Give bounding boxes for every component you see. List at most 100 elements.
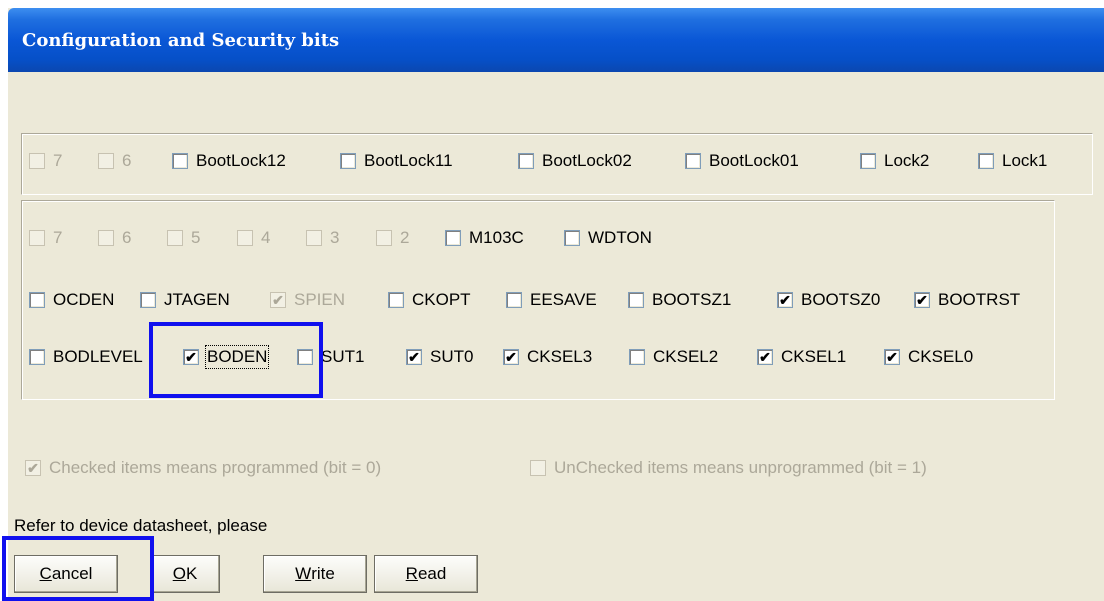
checkbox-box: [29, 349, 45, 365]
checkbox-box: ✔: [503, 349, 519, 365]
checkbox-box: [340, 153, 356, 169]
ok-button[interactable]: OK: [150, 555, 220, 593]
fuse-row1-checkbox-6: 6: [98, 228, 131, 248]
checkbox-box: [628, 292, 644, 308]
title-bar: Configuration and Security bits: [8, 8, 1104, 72]
checkbox-label: WDTON: [588, 228, 652, 247]
checkbox-box: [167, 230, 183, 246]
fuse-row3-checkbox-cksel0[interactable]: ✔ CKSEL0: [884, 347, 973, 367]
fuse-row1-checkbox-5: 5: [167, 228, 200, 248]
lock-bits-checkbox-lock1[interactable]: Lock1: [978, 151, 1047, 171]
fuse-row1-checkbox-m103c[interactable]: M103C: [445, 228, 524, 248]
fuse-row2-checkbox-jtagen[interactable]: JTAGEN: [140, 290, 230, 310]
checkbox-label: CKSEL1: [781, 347, 847, 366]
fuse-row1-checkbox-7: 7: [29, 228, 62, 248]
lock-bits-checkbox-6: 6: [98, 151, 131, 171]
checkbox-label: Lock2: [884, 151, 930, 170]
cancel-button[interactable]: Cancel: [14, 555, 118, 593]
write-mnemonic: W: [295, 564, 312, 583]
checkbox-box: [29, 292, 45, 308]
checkbox-box: [506, 292, 522, 308]
fuse-row2-checkbox-spien: ✔ SPIEN: [270, 290, 345, 310]
lock-bits-checkbox-bootlock02[interactable]: BootLock02: [518, 151, 632, 171]
fuse-row3-checkbox-bodlevel[interactable]: BODLEVEL: [29, 347, 143, 367]
checkbox-label: SPIEN: [294, 290, 346, 309]
checkbox-box: [629, 349, 645, 365]
lock-bits-checkbox-bootlock01[interactable]: BootLock01: [685, 151, 799, 171]
checkbox-label: M103C: [469, 228, 524, 247]
read-label-rest: ead: [417, 564, 447, 583]
fuse-row3-checkbox-cksel3[interactable]: ✔ CKSEL3: [503, 347, 592, 367]
config-dialog: Configuration and Security bits ✔ Checke…: [8, 8, 1104, 601]
read-button[interactable]: Read: [374, 555, 478, 593]
fuse-row2-checkbox-ocden[interactable]: OCDEN: [29, 290, 114, 310]
checkbox-box: ✔: [183, 349, 199, 365]
checkbox-box: [29, 230, 45, 246]
cancel-label-rest: ancel: [51, 564, 93, 583]
fuse-row3-checkbox-cksel2[interactable]: CKSEL2: [629, 347, 718, 367]
checkbox-label: CKSEL2: [653, 347, 719, 366]
fuse-row2-checkbox-bootsz1[interactable]: BOOTSZ1: [628, 290, 731, 310]
checkbox-label: SUT1: [321, 347, 365, 366]
checkbox-label: CKSEL3: [527, 347, 593, 366]
checkbox-box: [445, 230, 461, 246]
checkbox-label: 5: [191, 228, 201, 247]
legend-unchecked-checkbox: UnChecked items means unprogrammed (bit …: [530, 458, 927, 478]
checkbox-box: [172, 153, 188, 169]
checkbox-label: CKSEL0: [908, 347, 974, 366]
checkbox-label: 6: [122, 228, 132, 247]
checkbox-box: ✔: [406, 349, 422, 365]
checkbox-box: ✔: [777, 292, 793, 308]
fuse-row3-checkbox-sut0[interactable]: ✔ SUT0: [406, 347, 473, 367]
fuse-row2-checkbox-bootsz0[interactable]: ✔ BOOTSZ0: [777, 290, 880, 310]
checkbox-label: SUT0: [430, 347, 474, 366]
checkbox-label: BootLock01: [709, 151, 799, 170]
checkbox-box: [297, 349, 313, 365]
datasheet-note: Refer to device datasheet, please: [14, 516, 268, 535]
checkbox-label: Lock1: [1002, 151, 1048, 170]
checkbox-box: [140, 292, 156, 308]
write-label-rest: rite: [311, 564, 335, 583]
lock-bits-checkbox-bootlock12[interactable]: BootLock12: [172, 151, 286, 171]
fuse-row1-checkbox-wdton[interactable]: WDTON: [564, 228, 652, 248]
fuse-row3-checkbox-sut1[interactable]: SUT1: [297, 347, 364, 367]
fuse-row3-checkbox-boden[interactable]: ✔ BODEN: [183, 345, 270, 369]
checkbox-box: [29, 153, 45, 169]
checkbox-label: BODEN: [204, 345, 270, 369]
fuse-row1-checkbox-4: 4: [237, 228, 270, 248]
checkbox-box: [237, 230, 253, 246]
legend-checked-label: Checked items means programmed (bit = 0): [49, 458, 382, 477]
cancel-mnemonic: C: [39, 564, 52, 583]
checkbox-box: [685, 153, 701, 169]
checkbox-label: 2: [400, 228, 410, 247]
checkbox-label: BOOTSZ1: [652, 290, 732, 309]
ok-mnemonic: O: [172, 564, 186, 583]
checkbox-box: [376, 230, 392, 246]
fuse-row2-checkbox-eesave[interactable]: EESAVE: [506, 290, 597, 310]
checkbox-label: CKOPT: [412, 290, 471, 309]
read-mnemonic: R: [405, 564, 418, 583]
checkbox-box: [388, 292, 404, 308]
fuse-row2-checkbox-ckopt[interactable]: CKOPT: [388, 290, 471, 310]
checkbox-box: ✔: [914, 292, 930, 308]
checkbox-label: BOOTRST: [938, 290, 1021, 309]
checkbox-box: [564, 230, 580, 246]
checkbox-box: ✔: [270, 292, 286, 308]
window-title: Configuration and Security bits: [22, 30, 340, 51]
checkbox-label: 7: [53, 151, 63, 170]
write-button[interactable]: Write: [263, 555, 367, 593]
fuse-row3-checkbox-cksel1[interactable]: ✔ CKSEL1: [757, 347, 846, 367]
checkbox-box: [860, 153, 876, 169]
checkbox-box: ✔: [757, 349, 773, 365]
checkbox-label: 6: [122, 151, 132, 170]
checkbox-label: 7: [53, 228, 63, 247]
checkbox-box: ✔: [25, 460, 41, 476]
lock-bits-checkbox-7: 7: [29, 151, 62, 171]
checkbox-box: ✔: [884, 349, 900, 365]
lock-bits-checkbox-bootlock11[interactable]: BootLock11: [340, 151, 453, 171]
fuse-row2-checkbox-bootrst[interactable]: ✔ BOOTRST: [914, 290, 1020, 310]
checkbox-label: EESAVE: [530, 290, 597, 309]
fuse-row1-checkbox-2: 2: [376, 228, 409, 248]
legend-checked-checkbox: ✔ Checked items means programmed (bit = …: [25, 458, 381, 478]
lock-bits-checkbox-lock2[interactable]: Lock2: [860, 151, 929, 171]
